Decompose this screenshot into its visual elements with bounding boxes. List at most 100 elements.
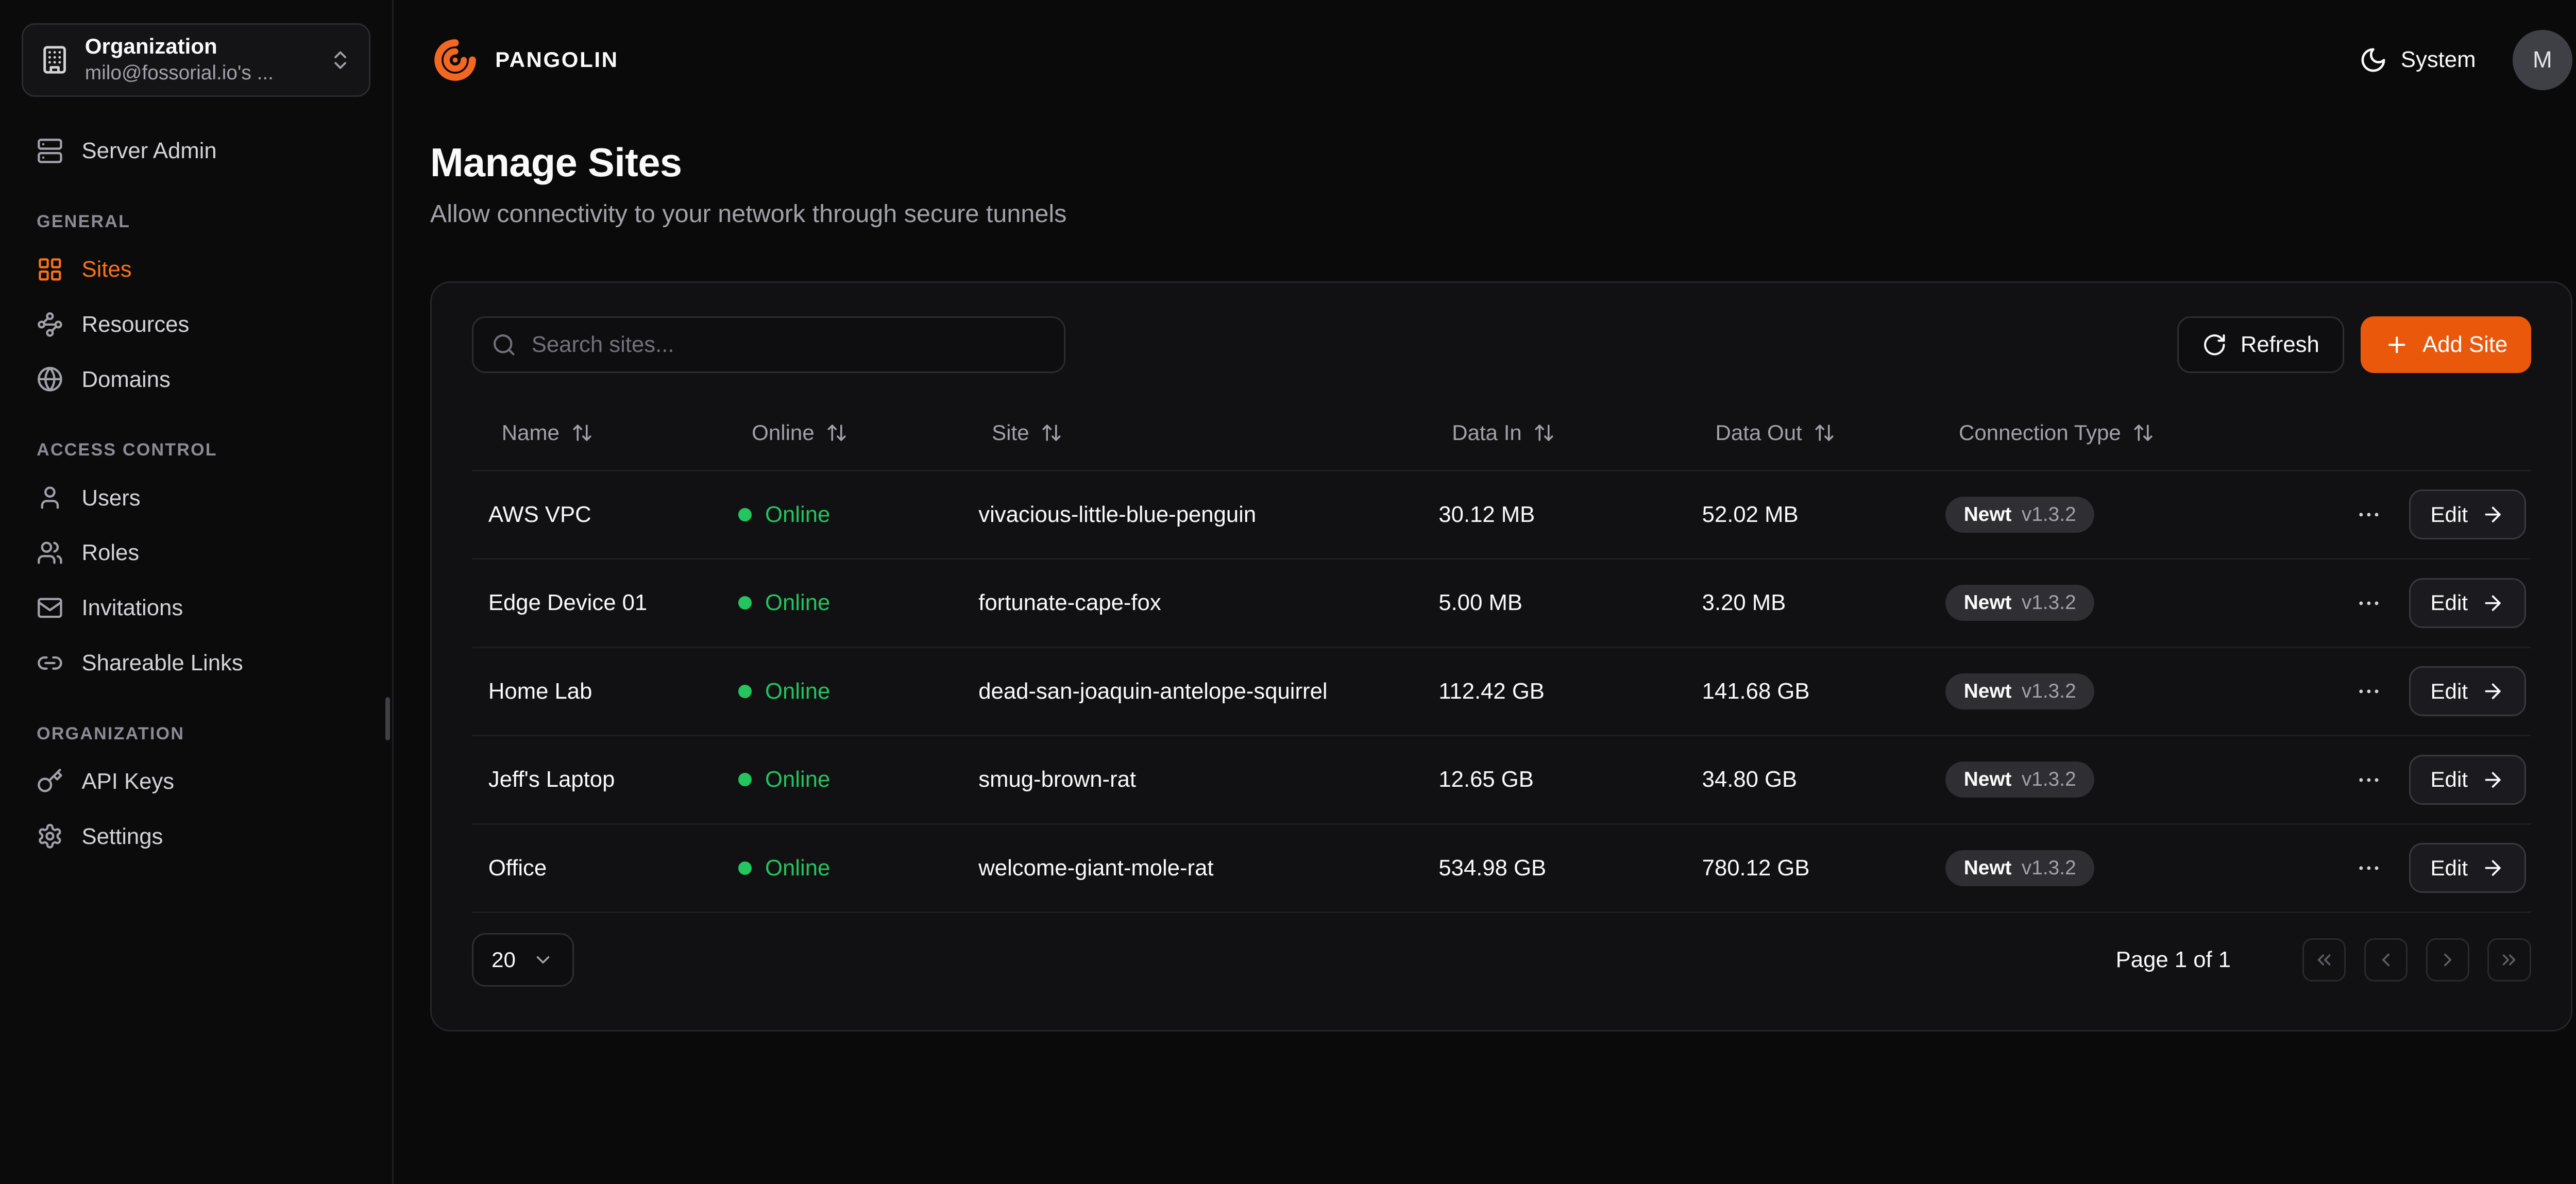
sidebar-nav: Server Admin GENERAL Sites Resources Dom xyxy=(22,123,370,864)
data-out-cell: 141.68 GB xyxy=(1685,679,1928,704)
connection-version: v1.3.2 xyxy=(2022,768,2076,791)
column-header-data-out[interactable]: Data Out xyxy=(1685,420,1928,445)
connection-client: Newt xyxy=(1964,857,2012,879)
first-page-button[interactable] xyxy=(2302,938,2346,982)
sites-panel: Refresh Add Site Name xyxy=(430,281,2572,1031)
online-label: Online xyxy=(765,679,830,704)
refresh-button[interactable]: Refresh xyxy=(2177,316,2344,373)
sidebar-item-settings[interactable]: Settings xyxy=(22,809,370,864)
section-label-general: GENERAL xyxy=(37,212,355,232)
section-label-access-control: ACCESS CONTROL xyxy=(37,440,355,460)
chevron-down-icon xyxy=(532,949,554,971)
column-label: Data Out xyxy=(1716,420,1802,445)
online-dot xyxy=(738,596,752,610)
row-actions-cell: Edit xyxy=(2335,843,2539,893)
avatar[interactable]: M xyxy=(2513,30,2572,90)
topbar: PANGOLIN System M xyxy=(430,0,2572,120)
sidebar-item-domains[interactable]: Domains xyxy=(22,352,370,407)
last-page-button[interactable] xyxy=(2487,938,2531,982)
theme-toggle[interactable]: System xyxy=(2359,46,2476,74)
plus-icon xyxy=(2384,332,2410,358)
arrow-right-icon xyxy=(2481,591,2504,615)
sites-toolbar: Refresh Add Site xyxy=(472,316,2531,373)
sites-grid-icon xyxy=(37,256,63,283)
sidebar-item-shareable-links[interactable]: Shareable Links xyxy=(22,635,370,690)
connection-client: Newt xyxy=(1964,768,2012,791)
sidebar-item-users[interactable]: Users xyxy=(22,470,370,526)
row-menu-button[interactable] xyxy=(2352,852,2386,885)
site-name-cell: Edge Device 01 xyxy=(472,590,722,616)
page-size-value: 20 xyxy=(492,948,516,972)
connection-badge: Newt v1.3.2 xyxy=(1945,850,2094,886)
building-icon xyxy=(40,45,70,75)
main-area: PANGOLIN System M Manage Sites Allow con… xyxy=(394,0,2576,1184)
sort-icon xyxy=(2132,422,2154,444)
sidebar-item-api-keys[interactable]: API Keys xyxy=(22,754,370,809)
sidebar-item-roles[interactable]: Roles xyxy=(22,526,370,581)
online-label: Online xyxy=(765,590,830,616)
sort-icon xyxy=(571,422,593,444)
row-menu-button[interactable] xyxy=(2352,586,2386,620)
org-selector-subtitle: milo@fossorial.io's ... xyxy=(85,61,314,86)
add-site-label: Add Site xyxy=(2422,332,2507,358)
pagination: Page 1 of 1 xyxy=(2116,938,2531,982)
table-row: Home Lab Online dead-san-joaquin-antelop… xyxy=(472,647,2531,735)
arrow-right-icon xyxy=(2481,768,2504,791)
chevrons-right-icon xyxy=(2498,949,2520,971)
sidebar-item-invitations[interactable]: Invitations xyxy=(22,580,370,635)
connection-version: v1.3.2 xyxy=(2022,680,2076,703)
table-header: Name Online Site Data In xyxy=(472,396,2531,469)
data-in-cell: 534.98 GB xyxy=(1422,855,1685,881)
sidebar-item-sites[interactable]: Sites xyxy=(22,242,370,297)
edit-button[interactable]: Edit xyxy=(2409,843,2526,893)
theme-label: System xyxy=(2401,47,2476,73)
sidebar-item-resources[interactable]: Resources xyxy=(22,297,370,352)
edit-label: Edit xyxy=(2431,679,2468,704)
avatar-initial: M xyxy=(2533,46,2552,73)
add-site-button[interactable]: Add Site xyxy=(2361,316,2531,373)
sidebar-item-label: Sites xyxy=(82,255,132,283)
online-status-cell: Online xyxy=(722,590,962,616)
arrow-right-icon xyxy=(2481,680,2504,703)
row-menu-button[interactable] xyxy=(2352,763,2386,797)
site-name-cell: Home Lab xyxy=(472,679,722,704)
sidebar-scrollbar-thumb[interactable] xyxy=(385,697,391,740)
prev-page-button[interactable] xyxy=(2364,938,2408,982)
connection-badge: Newt v1.3.2 xyxy=(1945,762,2094,798)
search-input[interactable] xyxy=(532,332,1045,358)
column-header-data-in[interactable]: Data In xyxy=(1422,420,1685,445)
next-page-button[interactable] xyxy=(2426,938,2469,982)
column-header-connection-type[interactable]: Connection Type xyxy=(1929,420,2336,445)
mail-icon xyxy=(37,595,63,621)
edit-button[interactable]: Edit xyxy=(2409,666,2526,716)
column-header-online[interactable]: Online xyxy=(722,420,962,445)
page-subtitle: Allow connectivity to your network throu… xyxy=(430,199,2572,228)
data-out-cell: 34.80 GB xyxy=(1685,767,1928,792)
refresh-label: Refresh xyxy=(2241,332,2319,358)
row-menu-button[interactable] xyxy=(2352,675,2386,708)
sites-table: Name Online Site Data In xyxy=(472,396,2531,913)
brand: PANGOLIN xyxy=(430,35,619,85)
connection-type-cell: Newt v1.3.2 xyxy=(1929,497,2336,533)
column-header-site[interactable]: Site xyxy=(962,420,1422,445)
connection-version: v1.3.2 xyxy=(2022,591,2076,614)
site-name-cell: Office xyxy=(472,855,722,881)
edit-button[interactable]: Edit xyxy=(2409,578,2526,628)
connection-type-cell: Newt v1.3.2 xyxy=(1929,585,2336,621)
section-label-organization: ORGANIZATION xyxy=(37,724,355,744)
online-label: Online xyxy=(765,855,830,881)
app-root: Organization milo@fossorial.io's ... Ser… xyxy=(0,0,2576,1184)
data-in-cell: 12.65 GB xyxy=(1422,767,1685,792)
org-selector[interactable]: Organization milo@fossorial.io's ... xyxy=(22,23,370,96)
org-selector-title: Organization xyxy=(85,34,314,59)
column-label: Name xyxy=(502,420,560,445)
table-row: Edge Device 01 Online fortunate-cape-fox… xyxy=(472,558,2531,647)
page-head: Manage Sites Allow connectivity to your … xyxy=(430,140,2572,228)
column-header-name[interactable]: Name xyxy=(472,420,722,445)
page-size-select[interactable]: 20 xyxy=(472,933,574,987)
sidebar-item-server-admin[interactable]: Server Admin xyxy=(22,123,370,178)
edit-button[interactable]: Edit xyxy=(2409,755,2526,805)
key-icon xyxy=(37,768,63,794)
row-menu-button[interactable] xyxy=(2352,498,2386,532)
edit-button[interactable]: Edit xyxy=(2409,489,2526,539)
